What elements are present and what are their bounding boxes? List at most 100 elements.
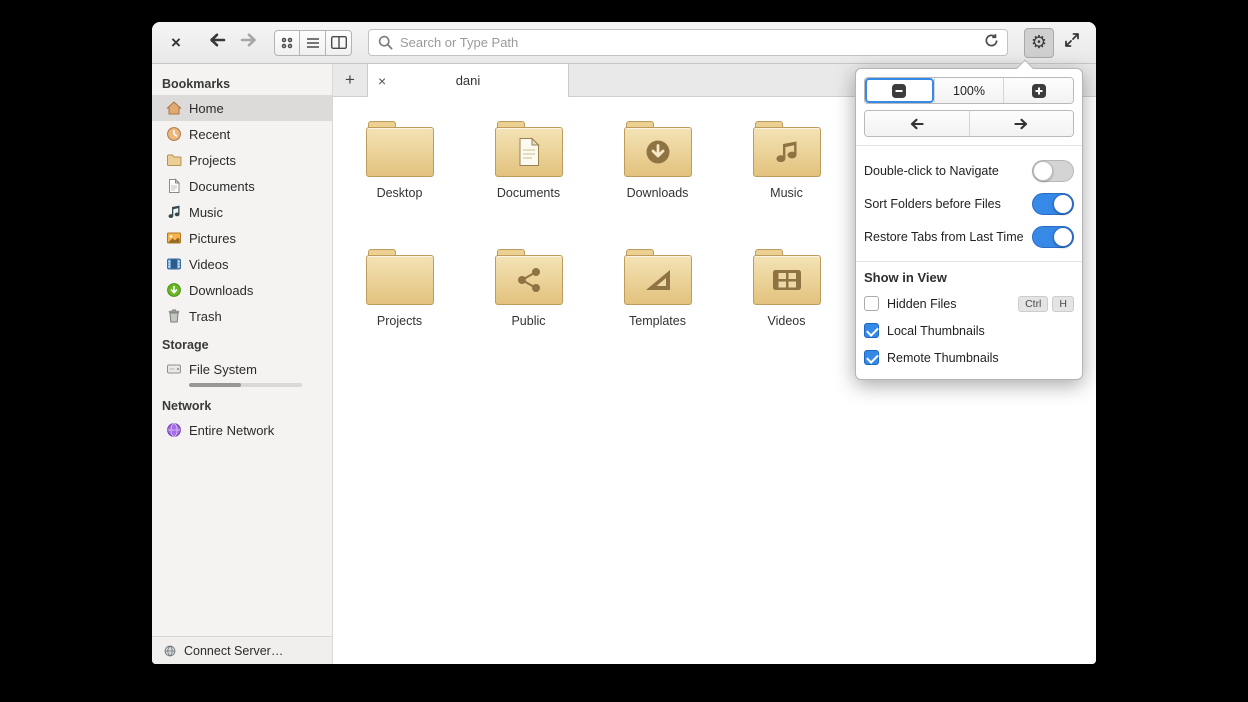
sort-folders-switch[interactable] (1032, 192, 1074, 215)
sidebar-section-network: Network (162, 399, 212, 413)
sidebar-item-label: Documents (189, 178, 255, 194)
sidebar-item-documents[interactable]: Documents (152, 173, 332, 199)
file-item-projects[interactable]: Projects (335, 249, 464, 377)
sidebar-item-label: Music (189, 204, 223, 220)
grid-view-button[interactable] (274, 29, 300, 56)
zoom-out-icon (892, 83, 907, 98)
toggle-restore-tabs: Restore Tabs from Last Time (864, 220, 1074, 253)
sidebar-item-home[interactable]: Home (152, 95, 332, 121)
file-name: Public (511, 314, 546, 328)
disk-usage-fill (189, 383, 241, 387)
share-emblem-icon (495, 255, 563, 305)
video-emblem-icon (753, 255, 821, 305)
checkbox-label: Hidden Files (887, 296, 957, 311)
file-item-templates[interactable]: Templates (593, 249, 722, 377)
sidebar-item-label: Recent (189, 126, 231, 142)
file-item-videos[interactable]: Videos (722, 249, 851, 377)
zoom-level-button[interactable]: 100% (933, 78, 1004, 103)
window-close-button[interactable]: × (166, 33, 186, 53)
refresh-icon (985, 33, 998, 46)
popover-forward-button[interactable] (968, 111, 1073, 136)
sidebar-item-projects[interactable]: Projects (152, 147, 332, 173)
sidebar-item-downloads[interactable]: Downloads (152, 277, 332, 303)
music-emblem-icon (753, 127, 821, 177)
folder-icon (365, 121, 434, 177)
document-icon (166, 178, 182, 194)
file-item-downloads[interactable]: Downloads (593, 121, 722, 249)
search-input[interactable] (400, 35, 977, 50)
sidebar-item-pictures[interactable]: Pictures (152, 225, 332, 251)
disk-usage-bar (189, 383, 302, 387)
file-item-public[interactable]: Public (464, 249, 593, 377)
double-click-switch[interactable] (1032, 159, 1074, 182)
connect-server-button[interactable]: Connect Server… (152, 636, 332, 664)
hidden-files-row[interactable]: Hidden Files Ctrl H (864, 290, 1074, 317)
local-thumbnails-row[interactable]: Local Thumbnails (864, 317, 1074, 344)
sidebar-item-label: Pictures (189, 230, 236, 246)
tab-label: dani (455, 73, 481, 88)
local-thumbnails-checkbox[interactable] (864, 323, 879, 338)
new-tab-button[interactable]: + (333, 64, 367, 96)
refresh-button[interactable] (984, 33, 999, 53)
sidebar-item-file-system[interactable]: File System (152, 356, 332, 382)
sidebar-item-trash[interactable]: Trash (152, 303, 332, 329)
folder-public-icon (494, 249, 563, 305)
checkbox-label: Local Thumbnails (887, 323, 985, 338)
folder-downloads-icon (623, 121, 692, 177)
settings-button[interactable]: ⚙ (1024, 27, 1054, 58)
search-icon (377, 35, 393, 51)
sidebar: Bookmarks Home Recent Projects Documents… (152, 64, 333, 664)
sidebar-item-videos[interactable]: Videos (152, 251, 332, 277)
header-bar: × Search or Type Path ⚙ (152, 22, 1096, 64)
back-button[interactable] (208, 32, 226, 53)
column-view-button[interactable] (326, 29, 352, 56)
fullscreen-button[interactable] (1064, 32, 1080, 53)
sidebar-list: Bookmarks Home Recent Projects Documents… (152, 64, 332, 636)
gear-icon: ⚙ (1030, 31, 1048, 53)
fullscreen-icon (1065, 33, 1079, 47)
file-name: Music (770, 186, 803, 200)
toggle-sort-folders: Sort Folders before Files (864, 187, 1074, 220)
pictures-icon (166, 230, 182, 246)
list-view-icon (306, 37, 319, 48)
folder-icon (365, 249, 434, 305)
restore-tabs-switch[interactable] (1032, 225, 1074, 248)
list-view-button[interactable] (300, 29, 326, 56)
key-ctrl: Ctrl (1018, 295, 1049, 312)
toggle-label: Sort Folders before Files (864, 196, 1001, 211)
folder-music-icon (752, 121, 821, 177)
sidebar-item-label: Videos (189, 256, 229, 272)
shortcut-keys: Ctrl H (1018, 295, 1074, 312)
separator (856, 261, 1082, 262)
grid-view-icon (281, 37, 293, 48)
forward-button[interactable] (240, 32, 258, 53)
file-name: Downloads (626, 186, 689, 200)
folder-icon (166, 152, 182, 168)
zoom-out-button[interactable] (865, 78, 934, 103)
sidebar-item-entire-network[interactable]: Entire Network (152, 417, 332, 443)
remote-thumbnails-row[interactable]: Remote Thumbnails (864, 344, 1074, 371)
document-emblem-icon (495, 127, 563, 177)
popover-back-button[interactable] (865, 111, 969, 136)
trash-icon (166, 308, 182, 324)
sidebar-item-music[interactable]: Music (152, 199, 332, 225)
file-item-desktop[interactable]: Desktop (335, 121, 464, 249)
view-switcher (274, 29, 352, 56)
sidebar-item-label: Downloads (189, 282, 254, 298)
column-view-icon (330, 36, 347, 49)
hidden-files-checkbox[interactable] (864, 296, 879, 311)
file-item-documents[interactable]: Documents (464, 121, 593, 249)
zoom-in-button[interactable] (1003, 78, 1073, 103)
switch-knob (1053, 193, 1073, 214)
remote-thumbnails-checkbox[interactable] (864, 350, 879, 365)
tab-dani[interactable]: × dani (367, 64, 569, 97)
sidebar-item-recent[interactable]: Recent (152, 121, 332, 147)
file-item-music[interactable]: Music (722, 121, 851, 249)
toggle-label: Restore Tabs from Last Time (864, 229, 1024, 244)
forward-arrow-icon (1014, 118, 1027, 129)
file-name: Documents (496, 186, 561, 200)
server-globe-icon (162, 643, 178, 659)
tab-close-button[interactable]: × (378, 64, 386, 97)
path-search-bar (368, 29, 1008, 56)
download-emblem-icon (624, 127, 692, 177)
